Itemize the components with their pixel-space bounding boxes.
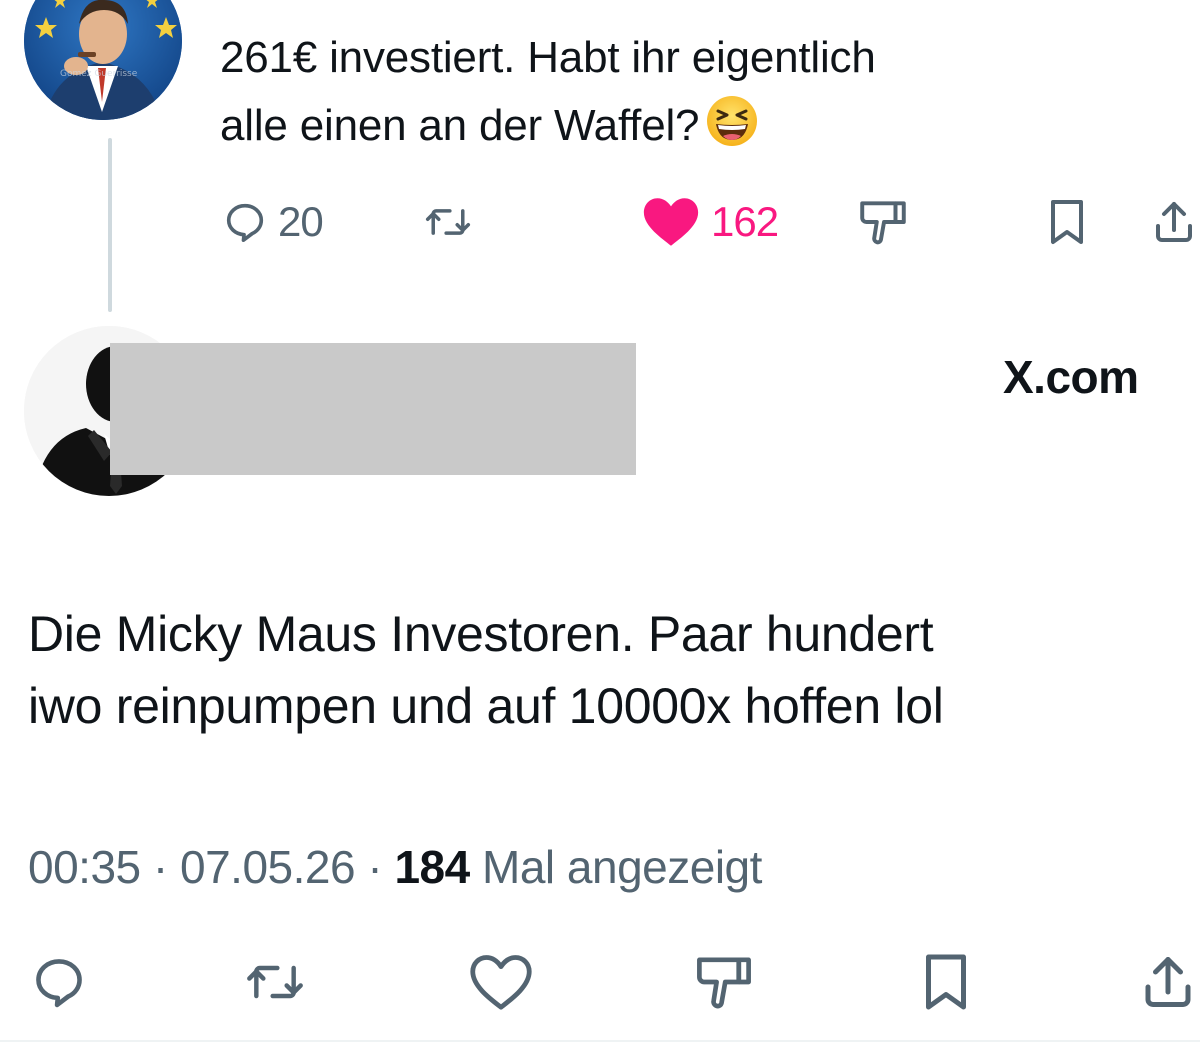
parent-tweet-text: 261€ investiert. Habt ihr eigentlich all… xyxy=(220,24,1180,160)
avatar[interactable]: Gomez Guerrisse xyxy=(24,0,182,120)
main-tweet-text-line1: Die Micky Maus Investoren. Paar hundert xyxy=(28,606,934,662)
share-button[interactable] xyxy=(1150,192,1198,252)
like-button[interactable]: 162 xyxy=(641,192,779,252)
retweet-icon xyxy=(247,965,303,999)
tweet-meta-row: 00:35 · 07.05.26 · 184 Mal angezeigt xyxy=(28,840,762,894)
bookmark-icon xyxy=(1051,200,1083,244)
parent-tweet-text-line2: alle einen an der Waffel? xyxy=(220,101,700,150)
heart-outline-icon xyxy=(470,955,532,1010)
dislike-button[interactable] xyxy=(692,952,756,1012)
bookmark-button[interactable] xyxy=(920,952,972,1012)
dislike-button[interactable] xyxy=(856,192,910,252)
tweet-time[interactable]: 00:35 xyxy=(28,841,141,893)
tweet-date[interactable]: 07.05.26 xyxy=(180,841,356,893)
x-com-brand-label: X.com xyxy=(1003,350,1139,404)
main-tweet-action-bar xyxy=(0,952,1200,1016)
reply-button[interactable] xyxy=(30,952,88,1012)
dislike-icon xyxy=(697,957,751,1009)
share-icon xyxy=(1156,202,1192,242)
bookmark-icon xyxy=(926,954,966,1010)
parent-tweet-action-bar: 20 162 xyxy=(0,192,1200,252)
retweet-button[interactable] xyxy=(424,192,482,252)
divider xyxy=(0,1040,1200,1042)
parent-tweet-text-line2-wrap: alle einen an der Waffel? xyxy=(220,92,1180,160)
grinning-squinting-face-emoji-icon xyxy=(705,94,759,148)
heart-filled-icon xyxy=(643,198,699,246)
share-button[interactable] xyxy=(1138,952,1198,1012)
svg-text:Gomez Guerrisse: Gomez Guerrisse xyxy=(60,69,138,79)
parent-tweet-text-line1: 261€ investiert. Habt ihr eigentlich xyxy=(220,33,876,82)
main-tweet-text-line2: iwo reinpumpen und auf 10000x hoffen lol xyxy=(28,678,944,734)
share-icon xyxy=(1145,957,1191,1007)
retweet-icon xyxy=(425,209,471,235)
x-com-text: X.com xyxy=(1003,351,1139,403)
meta-separator: · xyxy=(367,841,383,893)
meta-separator: · xyxy=(152,841,168,893)
views-count[interactable]: 184 xyxy=(394,841,470,893)
reply-count: 20 xyxy=(278,198,324,245)
redacted-username-block xyxy=(110,343,636,475)
reply-icon xyxy=(36,959,82,1008)
reply-icon xyxy=(226,203,264,243)
reply-button[interactable]: 20 xyxy=(222,192,324,252)
bookmark-button[interactable] xyxy=(1046,192,1088,252)
like-count: 162 xyxy=(711,198,779,245)
main-tweet-text: Die Micky Maus Investoren. Paar hundert … xyxy=(28,598,1198,742)
avatar-image: Gomez Guerrisse xyxy=(24,0,182,120)
retweet-button[interactable] xyxy=(244,952,306,1012)
like-button[interactable] xyxy=(468,952,534,1012)
dislike-icon xyxy=(860,201,906,245)
views-label[interactable]: Mal angezeigt xyxy=(482,841,762,893)
